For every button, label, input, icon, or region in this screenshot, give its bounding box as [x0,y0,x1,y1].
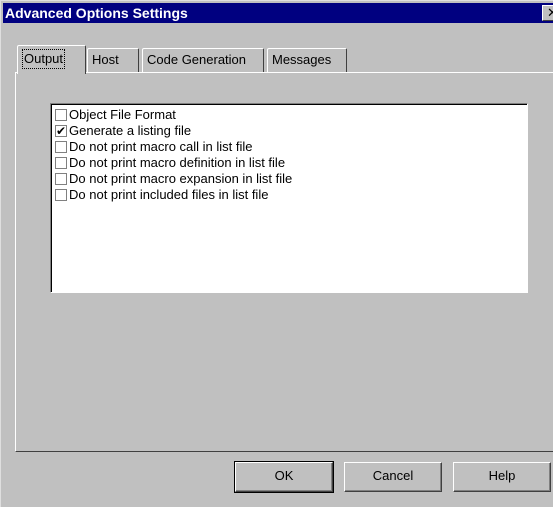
option-label: Generate a listing file [69,123,192,138]
tab-messages[interactable]: Messages [267,48,347,72]
tab-code-generation-label: Code Generation [147,52,247,67]
tab-output[interactable]: Output [17,45,86,74]
option-label: Object File Format [69,107,176,122]
close-icon: ✕ [547,5,553,20]
ok-button[interactable]: OK [234,461,334,493]
checkbox[interactable] [55,141,67,153]
help-button[interactable]: Help [453,462,551,492]
dialog-window: Advanced Options Settings ✕ Output Host … [0,0,553,507]
tab-strip: Output Host Code Generation Messages [17,45,553,74]
options-checklist[interactable]: Object File Format ✔ Generate a listing … [50,103,528,293]
window-title: Advanced Options Settings [5,5,188,21]
tab-panel-output: Object File Format ✔ Generate a listing … [15,72,553,452]
title-bar[interactable]: Advanced Options Settings ✕ [3,3,553,23]
cancel-button[interactable]: Cancel [344,462,442,492]
option-label: Do not print macro call in list file [69,139,253,154]
option-label: Do not print included files in list file [69,187,269,202]
close-button[interactable]: ✕ [542,5,553,21]
tab-host[interactable]: Host [87,48,139,72]
checkbox[interactable]: ✔ [55,125,67,137]
tab-code-generation[interactable]: Code Generation [142,48,264,72]
checkbox[interactable] [55,173,67,185]
tab-messages-label: Messages [272,52,332,67]
option-label: Do not print macro expansion in list fil… [69,171,293,186]
option-label: Do not print macro definition in list fi… [69,155,286,170]
check-icon: ✔ [56,124,67,138]
tab-host-label: Host [92,52,119,67]
checkbox[interactable] [55,109,67,121]
checkbox[interactable] [55,189,67,201]
checkbox[interactable] [55,157,67,169]
tab-output-label: Output [22,49,66,69]
